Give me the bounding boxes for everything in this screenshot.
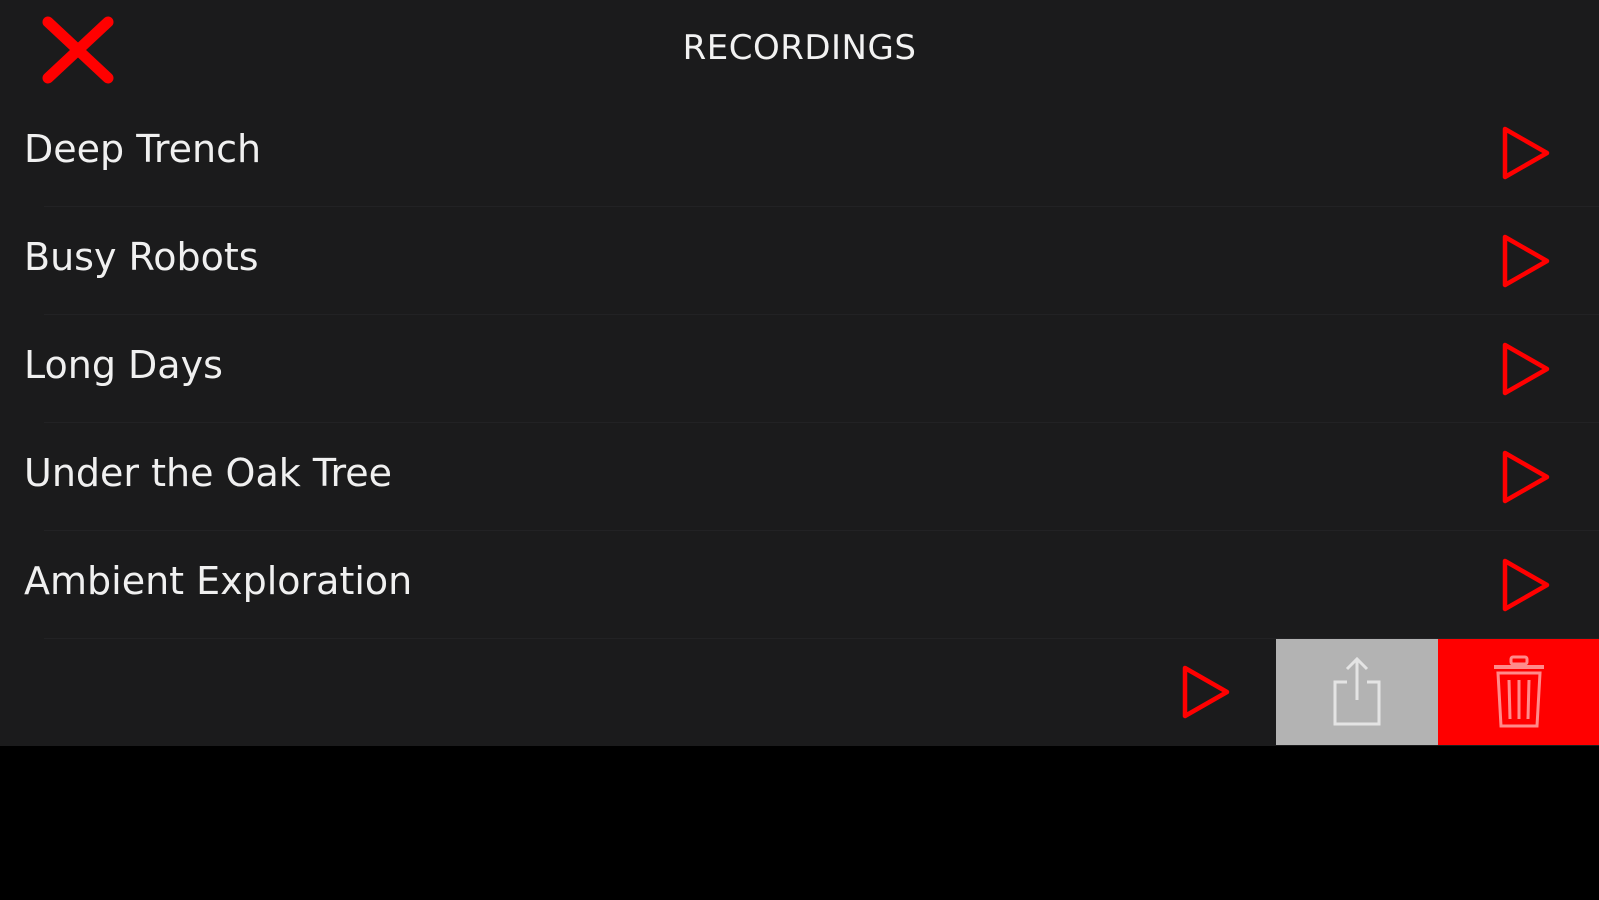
play-icon: [1182, 665, 1230, 719]
recordings-screen: RECORDINGS Deep Trench Busy Robots Long …: [0, 0, 1599, 900]
share-icon: [1333, 656, 1381, 726]
play-icon: [1502, 450, 1550, 504]
trash-icon: [1493, 655, 1544, 728]
share-button[interactable]: [1276, 639, 1438, 745]
play-button[interactable]: [1495, 231, 1555, 291]
recording-title: Under the Oak Tree: [24, 451, 392, 495]
page-title: RECORDINGS: [682, 28, 917, 68]
recording-title: Busy Robots: [24, 235, 259, 279]
play-icon: [1502, 234, 1550, 288]
delete-button[interactable]: [1438, 639, 1599, 745]
recording-title: Ambient Exploration: [24, 559, 413, 603]
recording-title: Long Days: [24, 343, 223, 387]
list-item[interactable]: Deep Trench: [0, 99, 1599, 207]
recordings-list: Deep Trench Busy Robots Long Days Under …: [0, 99, 1599, 745]
swiped-list-item[interactable]: [0, 639, 1599, 745]
recording-title: Deep Trench: [24, 127, 262, 171]
play-button[interactable]: [1495, 123, 1555, 183]
play-button[interactable]: [1495, 555, 1555, 615]
play-button[interactable]: [1495, 447, 1555, 507]
list-item[interactable]: Long Days: [0, 315, 1599, 423]
play-button[interactable]: [1175, 662, 1235, 722]
list-item[interactable]: Ambient Exploration: [0, 531, 1599, 639]
play-icon: [1502, 558, 1550, 612]
play-icon: [1502, 126, 1550, 180]
list-item[interactable]: Under the Oak Tree: [0, 423, 1599, 531]
play-icon: [1502, 342, 1550, 396]
play-button[interactable]: [1495, 339, 1555, 399]
list-item[interactable]: Busy Robots: [0, 207, 1599, 315]
recordings-panel: RECORDINGS Deep Trench Busy Robots Long …: [0, 0, 1599, 746]
header: RECORDINGS: [0, 0, 1599, 100]
